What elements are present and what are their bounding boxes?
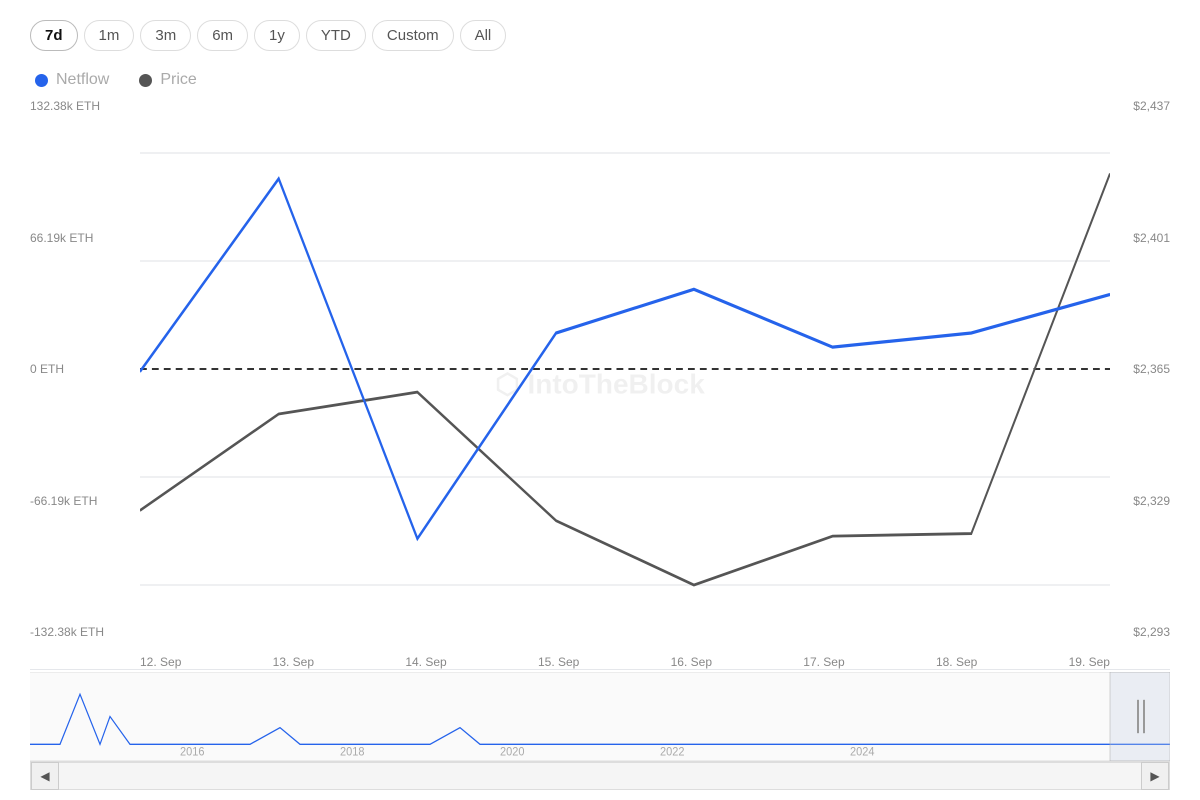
main-chart-svg [140,99,1110,639]
scroll-right-button[interactable]: ▶ [1141,762,1169,790]
y-left-1: 66.19k ETH [30,231,140,245]
y-left-2: 0 ETH [30,362,140,376]
y-right-2: $2,365 [1110,362,1170,376]
x-label-6: 18. Sep [936,655,977,669]
x-label-3: 15. Sep [538,655,579,669]
legend-netflow: Netflow [35,71,109,89]
y-axis-right: $2,437 $2,401 $2,365 $2,329 $2,293 [1110,99,1170,639]
main-chart[interactable]: ⬡ IntoTheBlock 132.38k ETH 66.19k ETH 0 … [30,99,1170,670]
price-dot [139,74,152,87]
y-left-3: -66.19k ETH [30,494,140,508]
x-label-0: 12. Sep [140,655,181,669]
scrollbar-track[interactable] [59,763,1141,789]
x-label-1: 13. Sep [273,655,314,669]
time-btn-3m[interactable]: 3m [140,20,191,51]
scrollbar: ◀ ▶ [30,762,1170,790]
mini-chart-svg: 2016 2018 2020 2022 2024 [30,672,1170,761]
legend-price: Price [139,71,196,89]
chart-legend: Netflow Price [30,71,1170,89]
x-label-2: 14. Sep [405,655,446,669]
svg-text:2018: 2018 [340,745,364,759]
y-right-4: $2,293 [1110,625,1170,639]
time-btn-1y[interactable]: 1y [254,20,300,51]
time-btn-ytd[interactable]: YTD [306,20,366,51]
scroll-left-button[interactable]: ◀ [31,762,59,790]
netflow-label: Netflow [56,71,109,89]
time-btn-7d[interactable]: 7d [30,20,78,51]
mini-chart[interactable]: 2016 2018 2020 2022 2024 [30,672,1170,762]
svg-text:2022: 2022 [660,745,684,759]
y-right-0: $2,437 [1110,99,1170,113]
netflow-dot [35,74,48,87]
x-label-7: 19. Sep [1069,655,1110,669]
price-label: Price [160,71,196,89]
svg-text:2024: 2024 [850,745,875,759]
time-btn-all[interactable]: All [460,20,507,51]
time-btn-6m[interactable]: 6m [197,20,248,51]
time-btn-custom[interactable]: Custom [372,20,454,51]
y-left-0: 132.38k ETH [30,99,140,113]
y-right-3: $2,329 [1110,494,1170,508]
y-left-4: -132.38k ETH [30,625,140,639]
chart-area: ⬡ IntoTheBlock 132.38k ETH 66.19k ETH 0 … [30,99,1170,790]
svg-text:2016: 2016 [180,745,204,759]
y-right-1: $2,401 [1110,231,1170,245]
x-label-5: 17. Sep [803,655,844,669]
x-label-4: 16. Sep [671,655,712,669]
svg-text:2020: 2020 [500,745,525,759]
time-btn-1m[interactable]: 1m [84,20,135,51]
y-axis-left: 132.38k ETH 66.19k ETH 0 ETH -66.19k ETH… [30,99,140,639]
time-range-selector: 7d 1m 3m 6m 1y YTD Custom All [30,20,1170,51]
